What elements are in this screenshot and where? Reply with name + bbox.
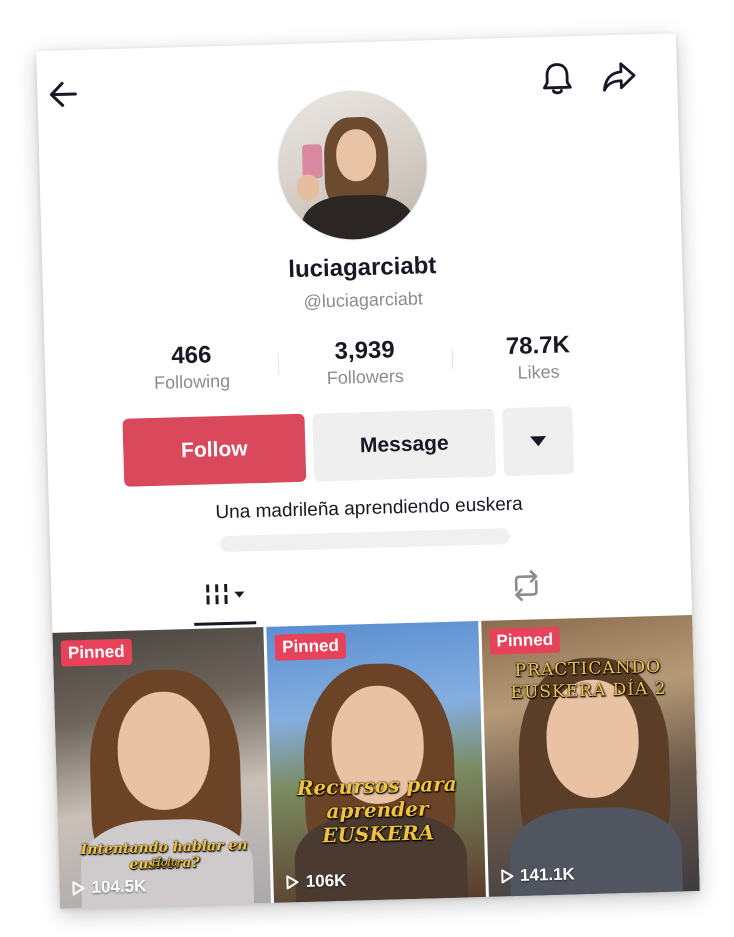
stat-likes[interactable]: 78.7K Likes — [451, 329, 626, 394]
video-caption: PRACTICANDO EUSKERA DÍA 2 — [510, 656, 667, 704]
more-options-button[interactable] — [502, 406, 575, 477]
profile-bio: Una madrileña aprendiendo euskera — [215, 493, 523, 524]
followers-count: 3,939 — [334, 336, 396, 365]
back-button[interactable] — [41, 72, 86, 117]
pinned-badge: Pinned — [489, 626, 561, 655]
share-arrow-icon — [603, 62, 636, 92]
avatar-face — [335, 128, 377, 182]
caret-down-icon — [530, 436, 547, 447]
active-tab-indicator — [194, 621, 257, 626]
likes-count: 78.7K — [505, 331, 571, 361]
video-tile[interactable]: Pinned PRACTICANDO EUSKERA DÍA 2 141.1K — [480, 615, 700, 899]
following-count: 466 — [170, 341, 212, 370]
video-tile[interactable]: Pinned Recursos para aprender EUSKERA 10… — [266, 620, 486, 905]
profile-actions: Follow Message — [122, 405, 614, 489]
view-count: 141.1K — [500, 864, 575, 886]
video-caption: Recursos para aprender EUSKERA — [296, 771, 458, 848]
tab-videos[interactable] — [191, 565, 263, 623]
play-icon — [500, 869, 514, 884]
repost-icon — [514, 570, 538, 602]
pinned-badge: Pinned — [274, 632, 347, 661]
follow-button[interactable]: Follow — [122, 413, 307, 487]
video-tile[interactable]: Pinned Intentando hablar en euskera? Hol… — [52, 626, 272, 909]
arrow-left-icon — [49, 81, 77, 107]
message-button[interactable]: Message — [312, 408, 497, 482]
avatar-hand — [296, 174, 320, 201]
notification-button[interactable] — [535, 56, 580, 101]
video-grid: Pinned Intentando hablar en euskera? Hol… — [52, 615, 700, 909]
video-thumbnail-face — [116, 690, 212, 812]
bio-link-placeholder — [219, 528, 511, 553]
play-icon — [72, 881, 85, 896]
profile-stats: 466 Following 3,939 Followers 78.7K Like… — [104, 329, 625, 403]
view-count-text: 104.5K — [91, 876, 147, 897]
likes-label: Likes — [517, 361, 560, 383]
profile-card: luciagarciabt @luciagarciabt 466 Followi… — [36, 33, 700, 909]
view-count-text: 141.1K — [519, 864, 576, 885]
tab-reposts[interactable] — [490, 557, 562, 615]
stat-followers[interactable]: 3,939 Followers — [278, 334, 453, 399]
followers-label: Followers — [326, 365, 405, 389]
avatar-phone — [301, 144, 323, 179]
bell-icon — [542, 63, 572, 95]
following-label: Following — [153, 370, 231, 393]
share-button[interactable] — [596, 54, 641, 99]
stat-following[interactable]: 466 Following — [104, 338, 279, 403]
view-count: 104.5K — [71, 876, 147, 898]
video-grid-icon — [206, 583, 245, 605]
play-icon — [286, 875, 299, 890]
pinned-badge: Pinned — [60, 638, 132, 667]
avatar-jacket — [301, 193, 416, 243]
view-count-text: 106K — [305, 870, 347, 891]
view-count: 106K — [286, 871, 347, 893]
